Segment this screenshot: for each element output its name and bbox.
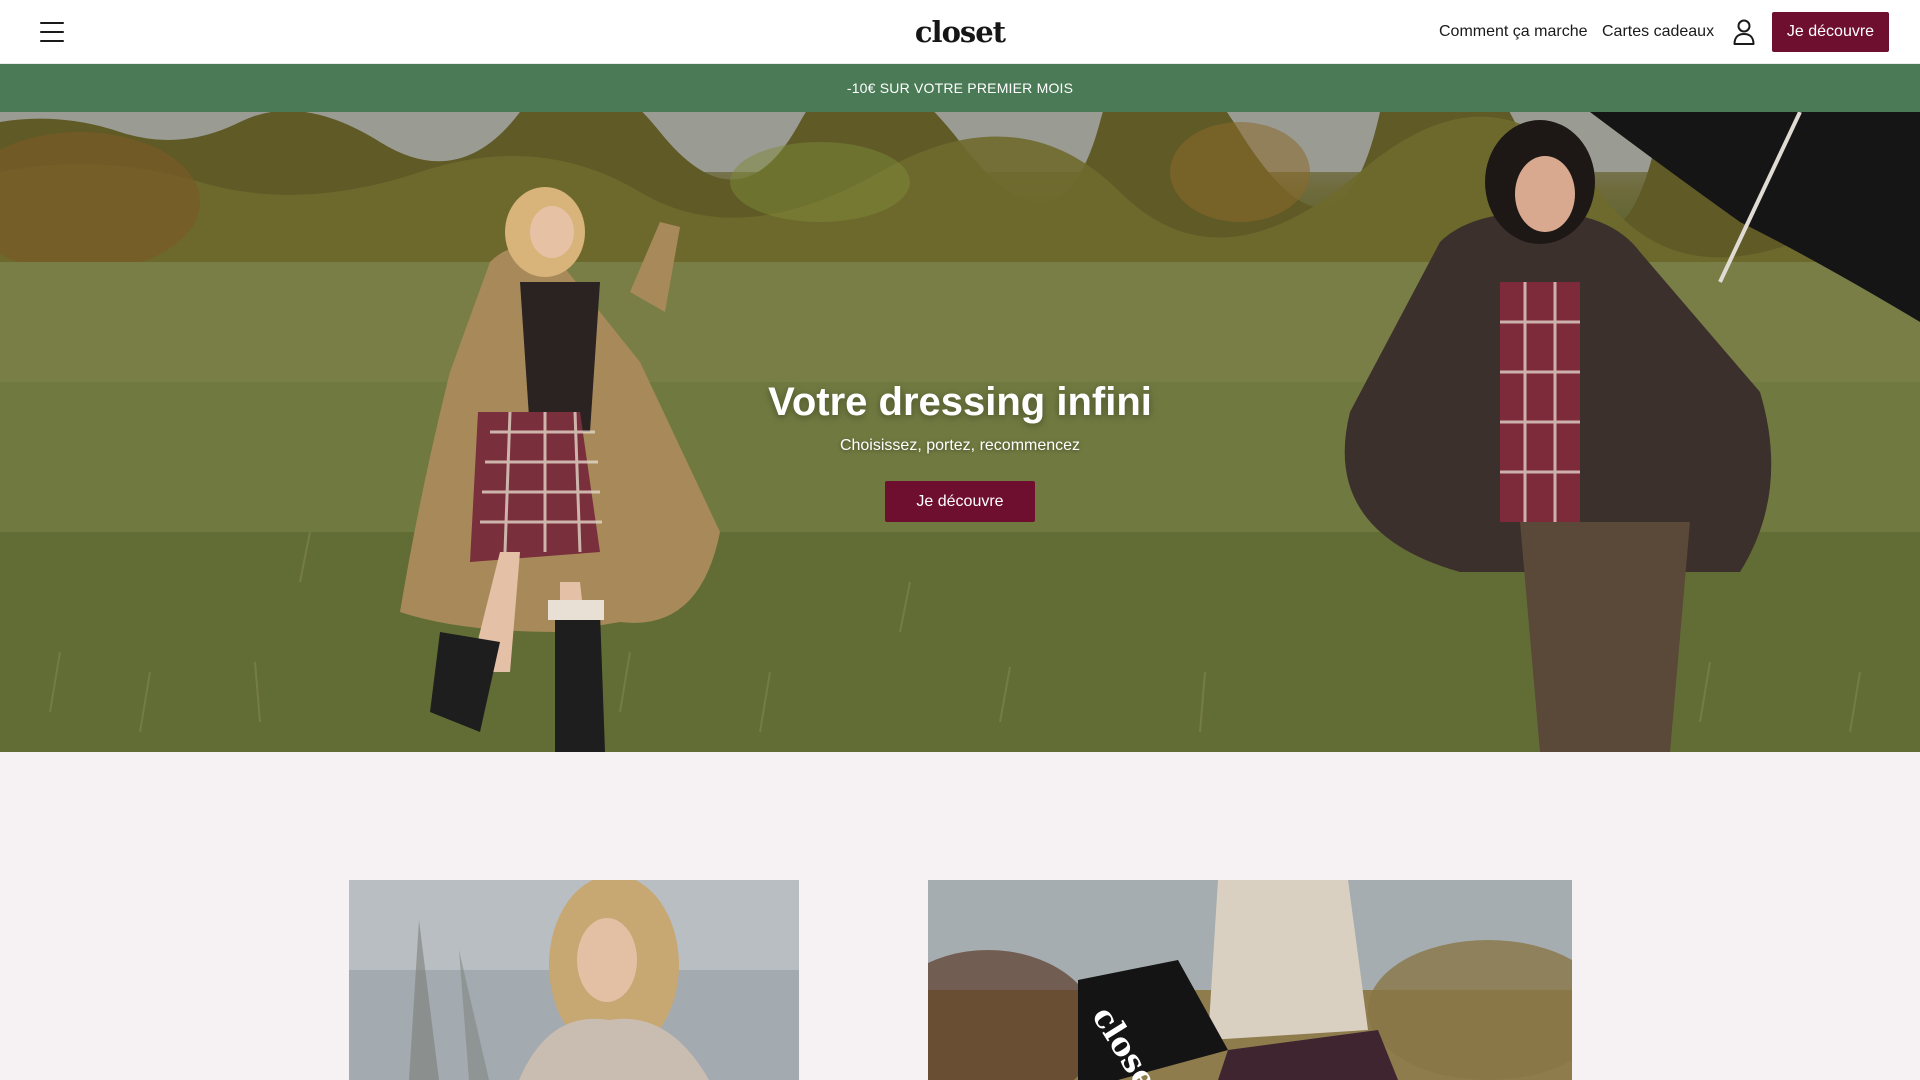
header-cta-button[interactable]: Je découvre (1772, 12, 1889, 52)
brand-logo[interactable]: closet (900, 12, 1020, 52)
feature-image-left[interactable] (349, 880, 799, 1080)
hamburger-menu-icon[interactable] (38, 20, 66, 44)
hero-subtitle: Choisissez, portez, recommencez (839, 437, 1081, 454)
hero-section: Votre dressing infini Choisissez, portez… (0, 112, 1920, 752)
promo-banner[interactable]: -10€ SUR VOTRE PREMIER MOIS (0, 64, 1920, 112)
user-icon[interactable] (1732, 18, 1756, 46)
hero-cta-button[interactable]: Je découvre (885, 481, 1035, 522)
feature-image-right[interactable]: closet (928, 880, 1572, 1080)
model-bag-image (928, 880, 1572, 1080)
hero-photo (0, 112, 1920, 752)
model-portrait-image (349, 880, 799, 1080)
site-header: closet Comment ça marche Cartes cadeaux … (0, 0, 1920, 64)
nav-gift-cards[interactable]: Cartes cadeaux (1602, 20, 1714, 44)
nav-how-it-works[interactable]: Comment ça marche (1439, 20, 1588, 44)
hero-title: Votre dressing infini (768, 380, 1152, 424)
